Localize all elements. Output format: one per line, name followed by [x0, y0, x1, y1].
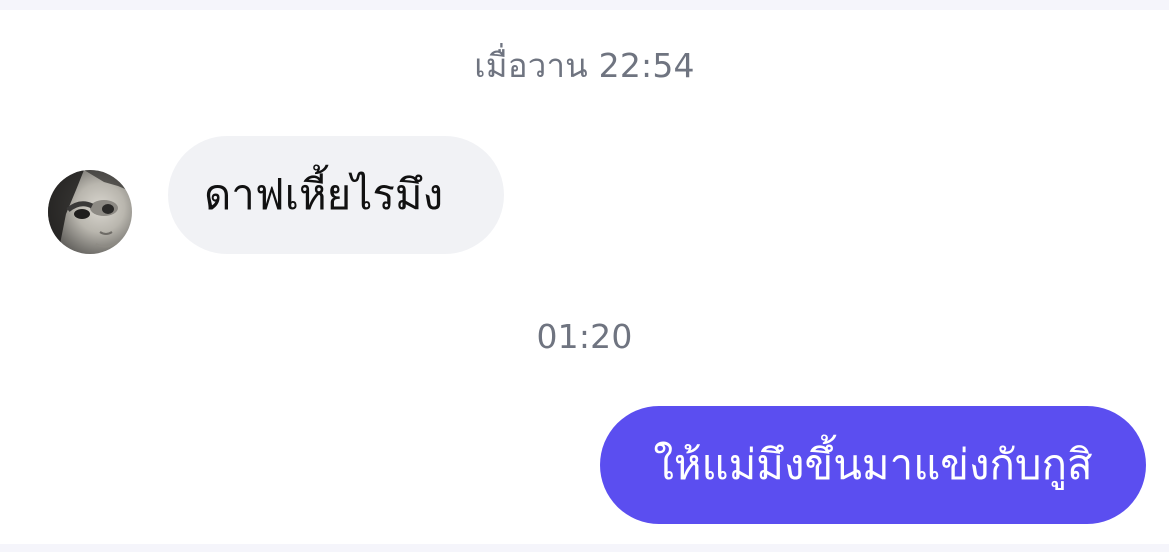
user-avatar-icon[interactable] [48, 170, 132, 254]
outgoing-message-text: ให้แม่มึงขึ้นมาแข่งกับกูสิ [653, 440, 1093, 489]
incoming-message-bubble[interactable]: ดาฟเหี้ยไรมึง [168, 136, 504, 254]
outgoing-message-bubble[interactable]: ให้แม่มึงขึ้นมาแข่งกับกูสิ [600, 406, 1146, 524]
timestamp: เมื่อวาน 22:54 [474, 46, 695, 85]
avatar-image [48, 170, 132, 254]
chat-thread[interactable]: เมื่อวาน 22:54 ดาฟเหี้ยไรมึง 01:20 ให้แม… [0, 10, 1169, 544]
timestamp: 01:20 [536, 317, 633, 356]
incoming-message-text: ดาฟเหี้ยไรมึง [204, 170, 444, 219]
